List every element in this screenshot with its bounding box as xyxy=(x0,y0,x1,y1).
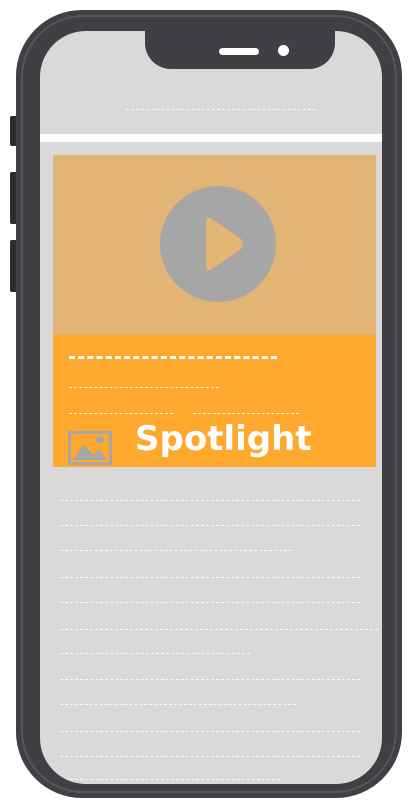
body-line xyxy=(60,779,280,780)
body-line xyxy=(60,602,360,603)
body-line xyxy=(60,704,296,705)
spotlight-card[interactable]: Spotlight xyxy=(53,155,376,467)
phone-screen: Spotlight xyxy=(40,31,382,784)
play-icon xyxy=(206,218,243,270)
header-title-placeholder xyxy=(126,109,316,110)
body-line xyxy=(60,550,292,551)
body-line xyxy=(60,577,360,578)
card-meta-placeholder xyxy=(69,413,173,414)
phone-mockup: Spotlight xyxy=(0,0,408,801)
card-meta-placeholder-2 xyxy=(193,413,299,414)
body-line xyxy=(60,525,360,526)
card-headline-placeholder xyxy=(69,356,277,359)
video-thumbnail[interactable] xyxy=(53,155,376,335)
phone-frame: Spotlight xyxy=(16,10,402,798)
body-line xyxy=(60,679,360,680)
body-line xyxy=(60,629,378,630)
body-line xyxy=(60,731,360,732)
card-subtitle-placeholder xyxy=(69,387,219,388)
image-icon xyxy=(68,431,112,469)
card-label: Spotlight xyxy=(135,419,312,459)
header-divider xyxy=(40,134,382,142)
body-line xyxy=(60,500,360,501)
speaker-icon xyxy=(219,48,259,55)
card-info-panel: Spotlight xyxy=(53,335,376,467)
play-button[interactable] xyxy=(160,186,276,302)
notch xyxy=(145,31,335,69)
camera-icon xyxy=(278,45,289,56)
body-line xyxy=(60,653,250,654)
body-line xyxy=(60,756,360,757)
